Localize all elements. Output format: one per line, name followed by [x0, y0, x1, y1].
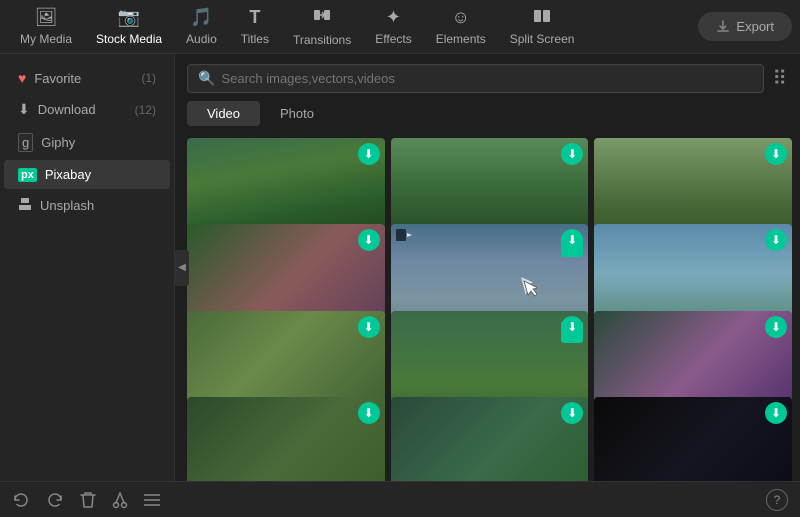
- favorite-label: Favorite: [34, 71, 133, 86]
- menu-button[interactable]: [144, 493, 160, 507]
- card-download-button[interactable]: ⬇: [765, 402, 787, 424]
- card-download-button[interactable]: ⬇: [358, 229, 380, 251]
- grid-toggle-button[interactable]: ⠿: [772, 66, 788, 91]
- media-card[interactable]: ⬇: [594, 397, 792, 481]
- nav-effects[interactable]: ✦ Effects: [363, 0, 423, 53]
- my-media-icon: 🖼: [35, 7, 58, 28]
- sidebar-collapse-button[interactable]: ◀: [175, 250, 189, 286]
- download-sidebar-icon: ⬇: [18, 101, 30, 118]
- nav-my-media-label: My Media: [20, 32, 72, 46]
- delete-button[interactable]: [80, 491, 96, 509]
- nav-split-screen[interactable]: Split Screen: [498, 0, 587, 53]
- nav-my-media[interactable]: 🖼 My Media: [8, 0, 84, 53]
- card-download-button[interactable]: ⬇: [765, 316, 787, 338]
- search-bar: 🔍 ⠿: [175, 54, 800, 101]
- media-tabs: Video Photo: [175, 101, 800, 134]
- split-screen-icon: [533, 7, 551, 28]
- giphy-label: Giphy: [41, 135, 156, 150]
- nav-titles-label: Titles: [241, 32, 269, 46]
- titles-icon: T: [249, 7, 260, 28]
- nav-transitions-label: Transitions: [293, 33, 351, 47]
- pixabay-icon: px: [18, 168, 37, 182]
- tab-photo[interactable]: Photo: [260, 101, 334, 126]
- download-count: (12): [135, 103, 156, 117]
- nav-titles[interactable]: T Titles: [229, 0, 281, 53]
- media-card[interactable]: ⬇: [391, 397, 589, 481]
- card-download-button[interactable]: ⬇: [765, 143, 787, 165]
- giphy-icon: g: [18, 133, 33, 152]
- elements-icon: ☺: [452, 7, 470, 28]
- stock-media-icon: 📷: [118, 7, 140, 28]
- video-badge-icon: [396, 229, 412, 244]
- sidebar-item-favorite[interactable]: ♥ Favorite (1): [4, 63, 170, 93]
- mouse-cursor: [523, 280, 537, 300]
- undo-button[interactable]: [12, 491, 30, 509]
- card-download-button[interactable]: ⬇: [561, 402, 583, 424]
- download-label: Download: [38, 102, 127, 117]
- cut-button[interactable]: [112, 491, 128, 509]
- nav-split-screen-label: Split Screen: [510, 32, 575, 46]
- nav-effects-label: Effects: [375, 32, 411, 46]
- sidebar: ♥ Favorite (1) ⬇ Download (12) g Giphy p…: [0, 54, 175, 481]
- nav-stock-media[interactable]: 📷 Stock Media: [84, 0, 174, 53]
- card-download-button[interactable]: ⬇: [561, 316, 583, 338]
- sidebar-item-giphy[interactable]: g Giphy: [4, 126, 170, 159]
- help-icon: ?: [774, 493, 781, 507]
- top-nav: 🖼 My Media 📷 Stock Media 🎵 Audio T Title…: [0, 0, 800, 54]
- export-label: Export: [736, 19, 774, 34]
- card-download-button[interactable]: ⬇: [358, 402, 380, 424]
- main-content: ♥ Favorite (1) ⬇ Download (12) g Giphy p…: [0, 54, 800, 481]
- audio-icon: 🎵: [190, 7, 212, 28]
- effects-icon: ✦: [386, 7, 401, 28]
- nav-stock-media-label: Stock Media: [96, 32, 162, 46]
- search-input-wrap: 🔍: [187, 64, 764, 93]
- export-button[interactable]: Export: [698, 12, 792, 41]
- redo-button[interactable]: [46, 491, 64, 509]
- sidebar-item-unsplash[interactable]: Unsplash: [4, 190, 170, 221]
- pixabay-label: Pixabay: [45, 167, 156, 182]
- media-card[interactable]: ⬇: [187, 397, 385, 481]
- unsplash-label: Unsplash: [40, 198, 156, 213]
- sidebar-item-pixabay[interactable]: px Pixabay: [4, 160, 170, 189]
- nav-audio-label: Audio: [186, 32, 217, 46]
- sidebar-item-download[interactable]: ⬇ Download (12): [4, 94, 170, 125]
- bottom-toolbar: ?: [0, 481, 800, 517]
- unsplash-icon: [18, 197, 32, 214]
- heart-icon: ♥: [18, 70, 26, 86]
- transitions-icon: [313, 6, 331, 29]
- search-input[interactable]: [221, 71, 753, 86]
- nav-transitions[interactable]: Transitions: [281, 0, 363, 53]
- favorite-count: (1): [141, 71, 156, 85]
- search-icon: 🔍: [198, 70, 215, 87]
- media-grid: ⬇ ⬇ + ⬇ ⬇ ⬇ +: [175, 134, 800, 481]
- help-button[interactable]: ?: [766, 489, 788, 511]
- card-download-button[interactable]: ⬇: [358, 316, 380, 338]
- tab-video[interactable]: Video: [187, 101, 260, 126]
- nav-elements[interactable]: ☺ Elements: [424, 0, 498, 53]
- content-area: ◀ 🔍 ⠿ Video Photo ⬇ ⬇ +: [175, 54, 800, 481]
- nav-audio[interactable]: 🎵 Audio: [174, 0, 229, 53]
- nav-elements-label: Elements: [436, 32, 486, 46]
- card-download-button[interactable]: ⬇: [358, 143, 380, 165]
